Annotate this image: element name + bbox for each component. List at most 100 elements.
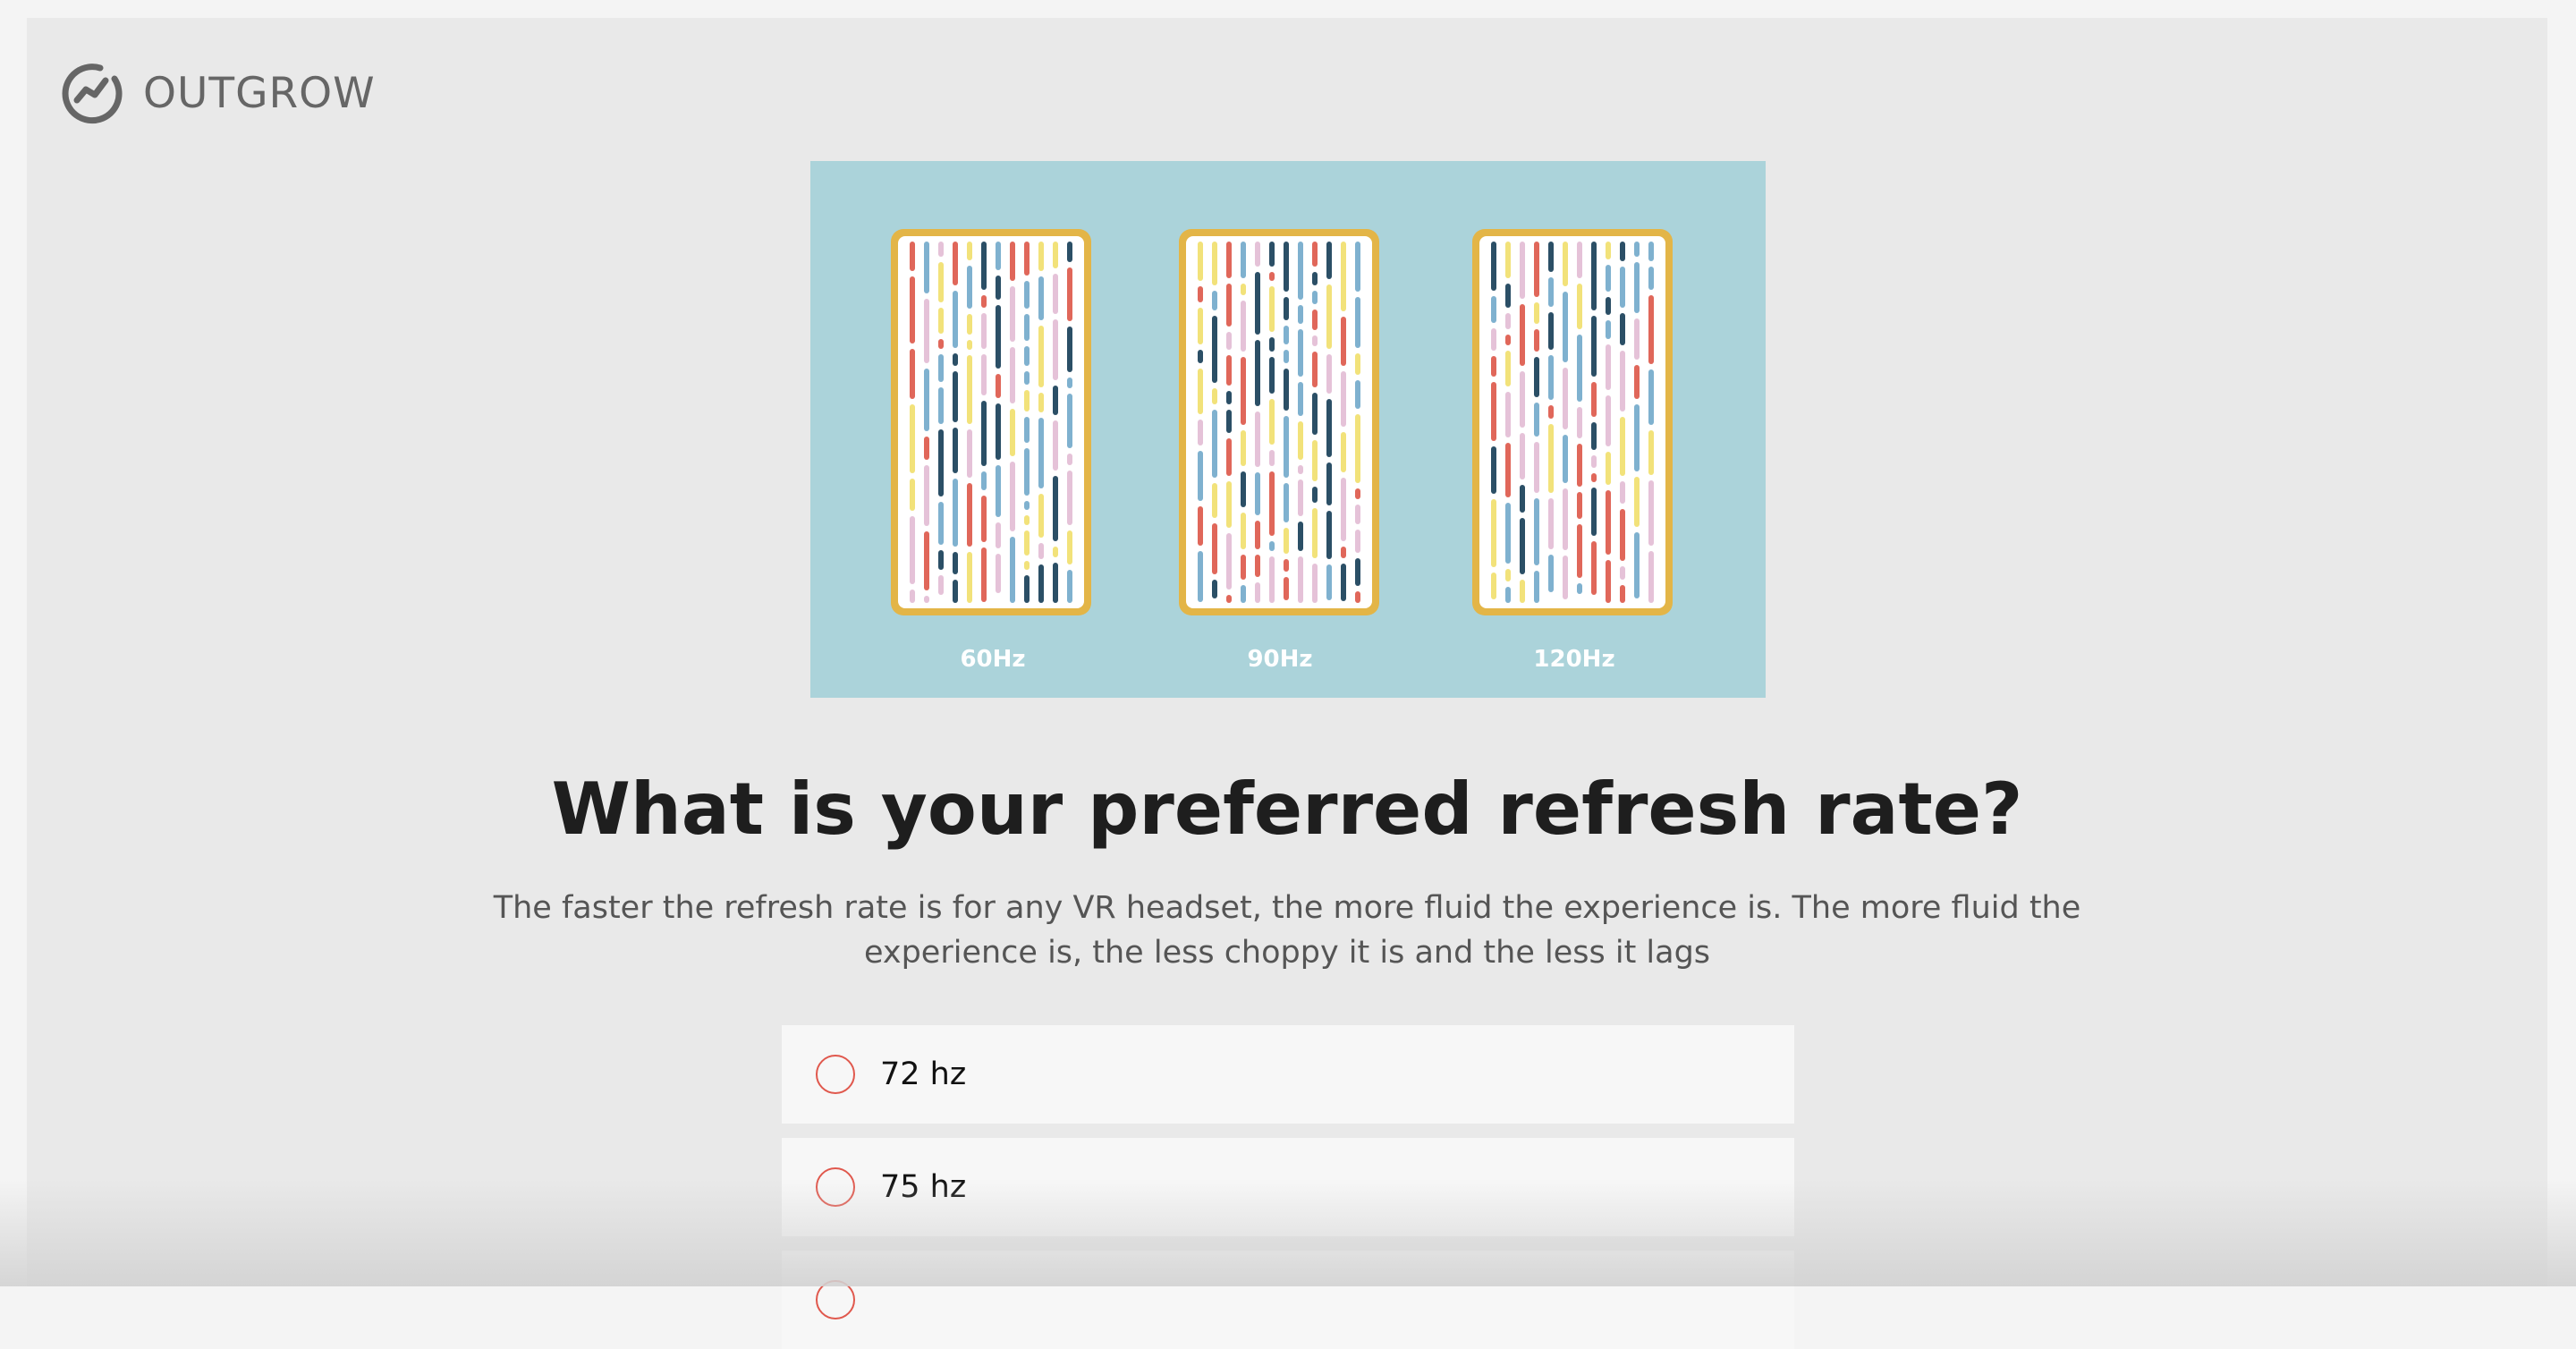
dash-segment <box>953 479 958 547</box>
dash-segment <box>1024 417 1030 443</box>
dash-segment <box>1563 368 1568 429</box>
dash-segment <box>1341 242 1346 311</box>
dash-segment <box>1312 508 1318 558</box>
dash-segment <box>1520 242 1525 299</box>
dash-segment <box>1648 430 1654 475</box>
dash-segment <box>981 496 987 542</box>
dash-segment <box>967 429 972 478</box>
dash-segment <box>1269 286 1275 332</box>
dash-segment <box>1038 543 1044 559</box>
dash-segment <box>1491 499 1496 567</box>
dash-segment <box>1038 393 1044 412</box>
dash-segment <box>1284 350 1289 363</box>
dash-segment <box>1591 455 1597 468</box>
dash-segment <box>1241 471 1246 507</box>
dash-segment <box>1053 319 1058 380</box>
dash-segment <box>1326 462 1332 505</box>
dash-segment <box>1024 575 1030 603</box>
dash-segment <box>1591 473 1597 482</box>
dash-segment <box>1534 442 1539 493</box>
dash-segment <box>1326 564 1332 600</box>
dash-segment <box>1053 547 1058 557</box>
dash-segment <box>1355 558 1360 586</box>
dash-segment <box>1298 465 1303 474</box>
dash-segment <box>1491 573 1496 599</box>
dash-segment <box>1212 316 1217 383</box>
dash-segment <box>1269 272 1275 281</box>
dash-segment <box>1520 304 1525 366</box>
dash-segment <box>938 308 944 334</box>
dash-segment <box>924 465 929 526</box>
dash-segment <box>1591 422 1597 450</box>
dash-segment <box>1505 503 1511 564</box>
dash-segment <box>938 262 944 302</box>
dash-segment <box>1312 242 1318 267</box>
dash-segment <box>1241 513 1246 549</box>
dash-segment <box>1520 433 1525 479</box>
dash-segment <box>1548 242 1554 272</box>
dash-segment <box>1341 432 1346 472</box>
dash-segment <box>1326 354 1332 394</box>
dash-segment <box>981 242 987 290</box>
dash-segment <box>1648 369 1654 425</box>
option-72hz[interactable]: 72 hz <box>782 1025 1794 1124</box>
dash-segment <box>1312 310 1318 330</box>
dash-segment <box>1067 530 1072 564</box>
dash-segment <box>1577 524 1582 578</box>
dash-segment <box>996 374 1001 398</box>
dash-segment <box>1255 272 1260 335</box>
dash-segment <box>1212 580 1217 598</box>
dash-segment <box>1053 476 1058 541</box>
brand-logo[interactable]: OUTGROW <box>61 57 376 129</box>
hero-label-60: 60Hz <box>960 646 1026 673</box>
dash-segment <box>1534 302 1539 324</box>
dash-segment <box>1284 528 1289 554</box>
dash-segment <box>1038 418 1044 488</box>
dash-segment <box>1606 395 1611 446</box>
dash-segment <box>1620 313 1625 345</box>
dash-segment <box>1606 320 1611 339</box>
dash-segment <box>1648 242 1654 261</box>
dash-segment <box>1241 357 1246 425</box>
dash-segment <box>938 242 944 257</box>
dash-segment <box>1241 242 1246 278</box>
dash-segment <box>1634 318 1640 360</box>
dash-segment <box>910 242 915 271</box>
dash-segment <box>1198 350 1203 363</box>
hero-label-90: 90Hz <box>1247 646 1313 673</box>
dash-segment <box>1010 347 1015 403</box>
radio-button[interactable] <box>816 1055 855 1094</box>
dash-segment <box>1226 595 1232 603</box>
dash-segment <box>1548 424 1554 493</box>
dash-segment <box>1298 242 1303 300</box>
dash-segment <box>1326 399 1332 457</box>
dash-segment <box>1563 488 1568 550</box>
dash-segment <box>1067 267 1072 321</box>
dash-segment <box>1606 452 1611 485</box>
question-title: What is your preferred refresh rate? <box>551 768 2023 851</box>
option-75hz[interactable]: 75 hz <box>782 1138 1794 1236</box>
refresh-rate-illustration: 60Hz 90Hz 120Hz <box>810 161 1766 698</box>
option-3[interactable] <box>782 1251 1794 1349</box>
dash-segment <box>1198 242 1203 281</box>
dash-segment <box>1620 417 1625 476</box>
dash-segment <box>1024 448 1030 496</box>
dash-segment <box>1226 410 1232 433</box>
dash-segment <box>1312 487 1318 503</box>
dash-segment <box>1255 555 1260 577</box>
dash-segment <box>981 547 987 602</box>
dash-segment <box>1312 440 1318 481</box>
dash-segment <box>1010 462 1015 531</box>
dash-segment <box>1520 485 1525 513</box>
dash-segment <box>1312 393 1318 435</box>
dash-segment <box>1548 355 1554 400</box>
refresh-rate-illustration-svg <box>891 229 1673 615</box>
dash-segment <box>1255 582 1260 603</box>
radio-button[interactable] <box>816 1167 855 1207</box>
dash-segment <box>1038 564 1044 603</box>
dash-segment <box>1053 274 1058 314</box>
dash-segment <box>1198 369 1203 414</box>
dash-segment <box>1010 286 1015 342</box>
dash-segment <box>1241 585 1246 603</box>
dash-segment <box>1255 411 1260 467</box>
